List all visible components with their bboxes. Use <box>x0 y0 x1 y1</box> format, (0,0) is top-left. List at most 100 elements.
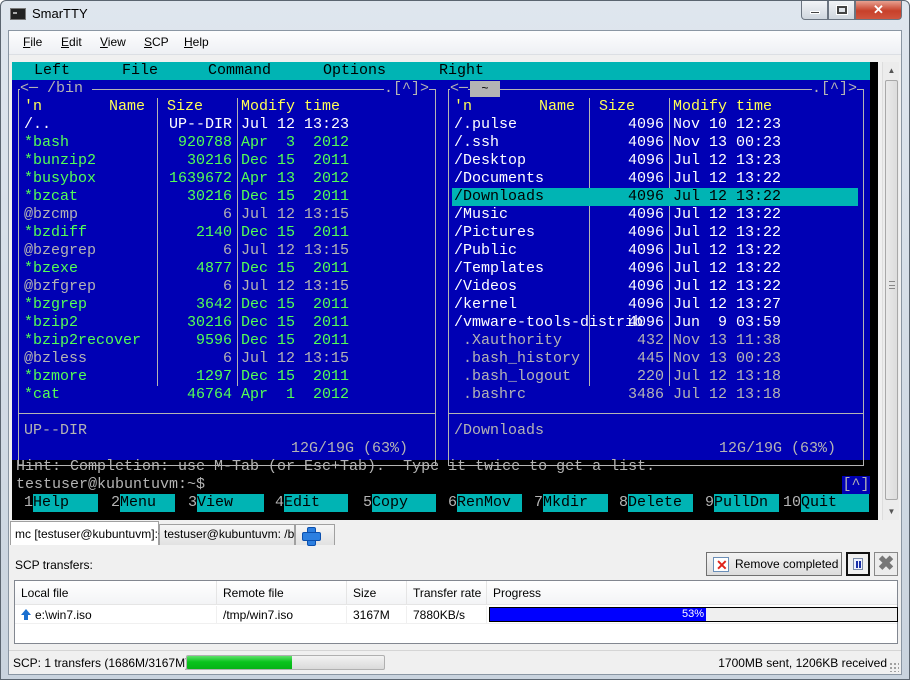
right-panel-header-mtime[interactable]: Modify time <box>673 98 772 116</box>
resize-grip-icon[interactable] <box>889 662 899 672</box>
tab-mc-session[interactable]: mc [testuser@kubuntuvm]:~ <box>10 521 165 545</box>
mc-menu-options[interactable]: Options <box>323 62 386 80</box>
left-panel-header-name[interactable]: Name <box>109 98 145 116</box>
fkey-renmov-button[interactable]: 6RenMov <box>448 494 523 512</box>
menu-help[interactable]: Help <box>184 35 209 49</box>
file-mtime: Jul 12 13:22 <box>673 206 782 223</box>
right-panel-path[interactable]: ~ <box>470 81 500 97</box>
remote-file-cell: /tmp/win7.iso <box>217 606 347 624</box>
scroll-indicator[interactable]: [^] <box>842 476 870 494</box>
fkey-quit-button[interactable]: 10Quit <box>783 494 870 512</box>
plus-icon <box>302 527 321 546</box>
file-name: .Xauthority <box>454 332 563 349</box>
terminal-app-icon <box>10 8 26 20</box>
fkey-help-button[interactable]: 1Help <box>24 494 99 512</box>
fkey-number: 1 <box>24 494 34 511</box>
column-size[interactable]: Size <box>347 581 407 605</box>
terminal-view[interactable]: Left File Command Options Right <─ /bin .[^]>… <box>12 62 878 520</box>
menu-scp[interactable]: SCP <box>144 35 169 49</box>
file-size: 30216 <box>186 314 232 331</box>
pause-button[interactable] <box>846 552 870 576</box>
left-panel-disk-usage: 12G/19G (63%) <box>282 440 418 458</box>
file-mtime: Jul 12 13:23 <box>673 152 782 169</box>
file-name: /Music <box>454 206 509 223</box>
fkey-delete-button[interactable]: 8Delete <box>619 494 694 512</box>
left-panel-header-mtime[interactable]: Modify time <box>241 98 340 116</box>
left-panel-header-n[interactable]: 'n <box>24 98 42 116</box>
file-size: 9596 <box>195 332 232 349</box>
fkey-edit-button[interactable]: 4Edit <box>275 494 349 512</box>
fkey-view-button[interactable]: 3View <box>188 494 265 512</box>
fkey-number: 2 <box>111 494 121 511</box>
transfer-progress-bar: 53% <box>489 607 898 622</box>
title-bar[interactable]: SmarTTY ✕ <box>1 1 909 29</box>
upload-arrow-icon <box>21 609 31 620</box>
file-size: 4096 <box>627 278 664 295</box>
file-size: 4877 <box>195 260 232 277</box>
file-name: *bunzip2 <box>24 152 97 169</box>
file-size: 6 <box>222 242 232 259</box>
column-progress[interactable]: Progress <box>487 581 897 605</box>
left-panel-status-separator <box>18 413 436 414</box>
transfer-row[interactable]: e:\win7.iso /tmp/win7.iso 3167M 7880KB/s… <box>15 606 898 624</box>
mc-menu-file[interactable]: File <box>122 62 158 80</box>
mc-menu-command[interactable]: Command <box>208 62 271 80</box>
transfers-list[interactable]: Local file Remote file Size Transfer rat… <box>14 580 898 644</box>
column-remote-file[interactable]: Remote file <box>217 581 347 605</box>
file-name: /kernel <box>454 296 518 313</box>
file-name: *bzip2 <box>24 314 79 331</box>
right-panel-header-name[interactable]: Name <box>539 98 575 116</box>
fkey-menu-button[interactable]: 2Menu <box>111 494 176 512</box>
mc-menu-left[interactable]: Left <box>34 62 70 80</box>
file-mtime: Dec 15 2011 <box>241 314 350 331</box>
column-transfer-rate[interactable]: Transfer rate <box>407 581 487 605</box>
remove-completed-label: Remove completed <box>735 557 839 571</box>
close-button[interactable]: ✕ <box>855 1 902 20</box>
right-panel-corner-controls[interactable]: .[^]> <box>812 80 858 98</box>
file-mtime: Apr 3 2012 <box>241 134 350 151</box>
maximize-icon <box>835 5 848 15</box>
maximize-button[interactable] <box>828 1 855 20</box>
left-panel-path[interactable]: <─ /bin <box>20 80 93 98</box>
right-panel-status-separator <box>448 413 864 414</box>
column-local-file[interactable]: Local file <box>15 581 217 605</box>
scroll-up-arrow-icon[interactable]: ▲ <box>883 62 900 79</box>
minimize-button[interactable] <box>801 1 828 20</box>
fkey-label: PullDn <box>714 494 780 512</box>
fkey-pulldn-button[interactable]: 9PullDn <box>705 494 780 512</box>
fkey-copy-button[interactable]: 5Copy <box>363 494 437 512</box>
file-size: 220 <box>636 368 664 385</box>
left-panel-header-size[interactable]: Size <box>167 98 203 116</box>
left-panel-corner-controls[interactable]: .[^]> <box>384 80 430 98</box>
shell-prompt[interactable]: testuser@kubuntuvm:~$ <box>16 476 205 494</box>
file-name: .bash_history <box>454 350 581 367</box>
file-size: 920788 <box>177 134 232 151</box>
pause-icon <box>853 558 863 570</box>
file-mtime: Jul 12 13:22 <box>673 242 782 259</box>
mc-menu-right[interactable]: Right <box>439 62 484 80</box>
tab-bin-session[interactable]: testuser@kubuntuvm: /bin <box>159 524 304 545</box>
terminal-scrollbar[interactable]: ▲ ▼ <box>882 62 899 520</box>
scroll-down-arrow-icon[interactable]: ▼ <box>883 503 900 520</box>
right-panel-header-n[interactable]: 'n <box>454 98 472 116</box>
file-name: @bzfgrep <box>24 278 97 295</box>
scrollbar-thumb[interactable] <box>885 80 898 500</box>
right-panel-back-arrow[interactable]: <─ <box>450 80 469 98</box>
file-mtime: Jul 12 13:15 <box>241 242 350 259</box>
fkey-number: 4 <box>275 494 285 511</box>
menu-file[interactable]: File <box>23 35 42 49</box>
remove-completed-button[interactable]: Remove completed <box>706 552 842 576</box>
file-name: *busybox <box>24 170 97 187</box>
size-cell: 3167M <box>347 606 407 624</box>
menu-edit[interactable]: Edit <box>61 35 82 49</box>
file-mtime: Dec 15 2011 <box>241 332 350 349</box>
fkey-mkdir-button[interactable]: 7Mkdir <box>534 494 609 512</box>
file-name: @bzegrep <box>24 242 97 259</box>
progress-fill <box>490 608 706 621</box>
new-tab-button[interactable] <box>295 524 335 546</box>
menu-view[interactable]: View <box>100 35 126 49</box>
file-mtime: Nov 10 12:23 <box>673 116 782 133</box>
status-bar: SCP: 1 transfers (1686M/3167M) 1700MB se… <box>9 650 901 674</box>
cancel-transfer-button[interactable]: ✖ <box>874 552 898 576</box>
right-panel-header-size[interactable]: Size <box>599 98 635 116</box>
